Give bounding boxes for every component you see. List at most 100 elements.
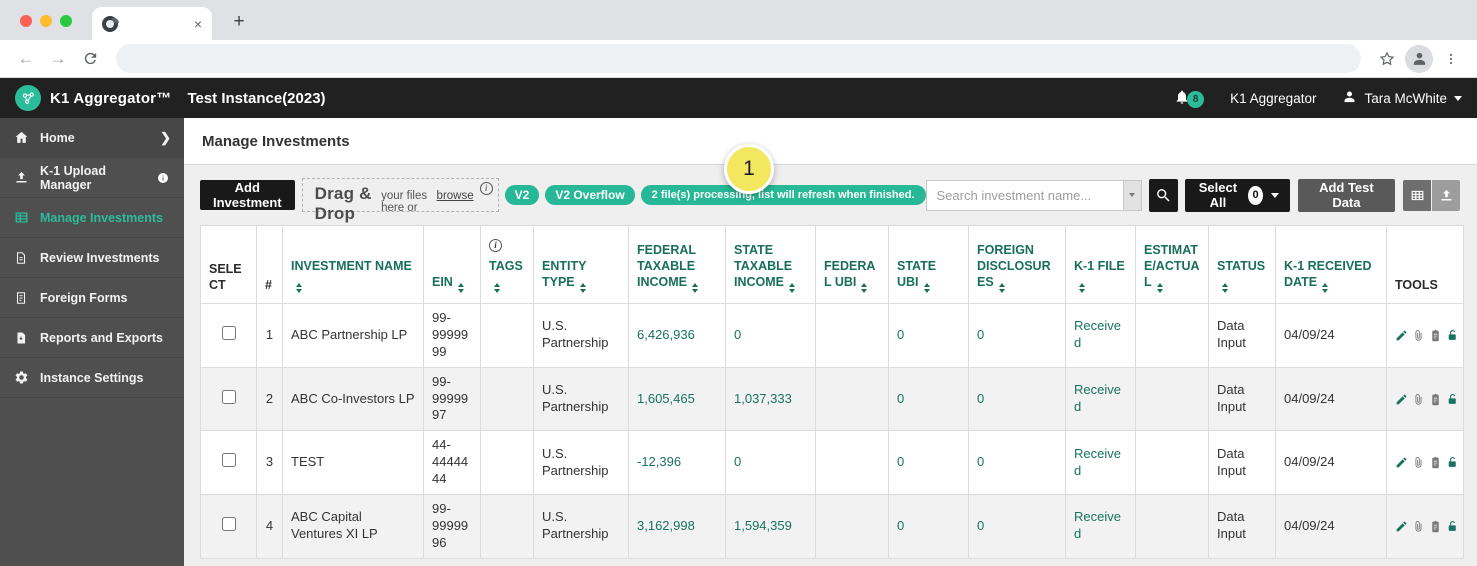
cell-federal-ubi — [816, 431, 889, 495]
column-header-federal-ubi[interactable]: FEDERAL UBI — [816, 226, 889, 304]
cell-k1-file: Received — [1066, 367, 1136, 431]
browser-menu-icon[interactable] — [1437, 45, 1465, 73]
row-checkbox[interactable] — [222, 517, 236, 531]
column-header-select: SELECT — [201, 226, 257, 304]
edit-icon[interactable] — [1395, 520, 1408, 533]
clipboard-icon[interactable] — [1429, 520, 1442, 533]
attach-icon[interactable] — [1412, 520, 1425, 533]
search-options-dropdown[interactable] — [1124, 180, 1142, 211]
column-header-state-ubi[interactable]: STATE UBI — [889, 226, 969, 304]
sidebar-item-home[interactable]: Home❯ — [0, 118, 184, 158]
cell-tags — [481, 367, 534, 431]
reload-icon[interactable] — [76, 45, 104, 73]
column-header-estimate-actual[interactable]: ESTIMATE/ACTUAL — [1136, 226, 1209, 304]
column-header-federal-taxable-income[interactable]: FEDERAL TAXABLE INCOME — [629, 226, 726, 304]
column-header-foreign-disclosures[interactable]: FOREIGN DISCLOSURES — [969, 226, 1066, 304]
gear-icon — [13, 370, 29, 385]
k1-aggregator-logo-icon — [15, 85, 41, 111]
browser-tab[interactable]: × — [92, 7, 212, 40]
cell-k1-received-date: 04/09/24 — [1276, 367, 1387, 431]
column-header-k1-file[interactable]: K-1 FILE — [1066, 226, 1136, 304]
column-header-entity-type[interactable]: ENTITY TYPE — [534, 226, 629, 304]
cell-k1-file: Received — [1066, 431, 1136, 495]
sidebar-item-review-investments[interactable]: Review Investments — [0, 238, 184, 278]
add-investment-button[interactable]: Add Investment — [200, 180, 295, 210]
search-button[interactable] — [1149, 179, 1178, 212]
cell-num: 2 — [257, 367, 283, 431]
tags-info-icon[interactable]: i — [489, 239, 502, 252]
attach-icon[interactable] — [1412, 329, 1425, 342]
clipboard-icon[interactable] — [1429, 456, 1442, 469]
column-label: FOREIGN DISCLOSURES — [977, 243, 1051, 289]
cell-foreign-disclosures: 0 — [969, 431, 1066, 495]
column-label: STATUS — [1217, 259, 1265, 273]
cell-select — [201, 431, 257, 495]
sidebar-item-reports-and-exports[interactable]: Reports and Exports — [0, 318, 184, 358]
sort-icon — [1322, 283, 1328, 293]
search-input[interactable] — [926, 180, 1124, 211]
attach-icon[interactable] — [1412, 393, 1425, 406]
edit-icon[interactable] — [1395, 393, 1408, 406]
cell-tags — [481, 431, 534, 495]
sidebar-item-foreign-forms[interactable]: Foreign Forms — [0, 278, 184, 318]
column-header-investment-name[interactable]: INVESTMENT NAME — [283, 226, 424, 304]
edit-icon[interactable] — [1395, 329, 1408, 342]
back-icon[interactable]: ← — [12, 45, 40, 73]
notification-count-badge: 8 — [1187, 91, 1204, 108]
bookmark-star-icon[interactable] — [1373, 45, 1401, 73]
table-view-button[interactable] — [1403, 180, 1431, 211]
account-menu-link[interactable]: K1 Aggregator — [1230, 91, 1316, 106]
edit-icon[interactable] — [1395, 456, 1408, 469]
unlock-icon[interactable] — [1446, 520, 1459, 533]
unlock-icon[interactable] — [1446, 456, 1459, 469]
clipboard-icon[interactable] — [1429, 329, 1442, 342]
sidebar-item-k-1-upload-manager[interactable]: K-1 Upload Manager — [0, 158, 184, 198]
column-label: FEDERAL UBI — [824, 259, 875, 289]
column-header-k1-received-date[interactable]: K-1 RECEIVED DATE — [1276, 226, 1387, 304]
sidebar-item-manage-investments[interactable]: Manage Investments — [0, 198, 184, 238]
row-checkbox[interactable] — [222, 453, 236, 467]
select-all-label: Select All — [1196, 180, 1241, 210]
cell-name: ABC Capital Ventures XI LP — [283, 495, 424, 559]
attach-icon[interactable] — [1412, 456, 1425, 469]
more-icon[interactable] — [1463, 520, 1464, 533]
column-header-state-taxable-income[interactable]: STATE TAXABLE INCOME — [726, 226, 816, 304]
column-header-ein[interactable]: EIN — [424, 226, 481, 304]
tab-close-icon[interactable]: × — [194, 17, 202, 31]
upload-view-button[interactable] — [1432, 180, 1460, 211]
window-minimize-button[interactable] — [40, 15, 52, 27]
url-bar[interactable] — [116, 44, 1361, 73]
cell-name: TEST — [283, 431, 424, 495]
column-label: SELECT — [209, 262, 242, 292]
row-checkbox[interactable] — [222, 326, 236, 340]
dropzone-info-icon[interactable]: i — [480, 182, 493, 195]
row-checkbox[interactable] — [222, 390, 236, 404]
column-header-tags[interactable]: iTAGS — [481, 226, 534, 304]
sort-icon — [924, 283, 930, 293]
user-menu[interactable]: Tara McWhite — [1342, 89, 1462, 107]
home-icon — [13, 130, 29, 145]
window-close-button[interactable] — [20, 15, 32, 27]
select-all-button[interactable]: Select All 0 — [1185, 179, 1290, 212]
window-maximize-button[interactable] — [60, 15, 72, 27]
sidebar-item-instance-settings[interactable]: Instance Settings — [0, 358, 184, 398]
column-label: FEDERAL TAXABLE INCOME — [637, 243, 696, 289]
cell-ein: 99-9999999 — [424, 304, 481, 368]
browse-link[interactable]: browse — [437, 190, 474, 202]
column-header-status[interactable]: STATUS — [1209, 226, 1276, 304]
forward-icon[interactable]: → — [44, 45, 72, 73]
clipboard-icon[interactable] — [1429, 393, 1442, 406]
file-dropzone[interactable]: Drag & Drop your files here or browse i — [302, 178, 499, 212]
browser-profile-avatar[interactable] — [1405, 45, 1433, 73]
more-icon[interactable] — [1463, 393, 1464, 406]
notifications-button[interactable]: 8 — [1174, 89, 1204, 108]
unlock-icon[interactable] — [1446, 393, 1459, 406]
more-icon[interactable] — [1463, 329, 1464, 342]
unlock-icon[interactable] — [1446, 329, 1459, 342]
cell-status: Data Input — [1209, 304, 1276, 368]
cell-k1-received-date: 04/09/24 — [1276, 495, 1387, 559]
more-icon[interactable] — [1463, 456, 1464, 469]
new-tab-button[interactable]: + — [226, 9, 252, 35]
table-row: 3TEST44-4444444U.S. Partnership-12,39600… — [201, 431, 1464, 495]
add-test-data-button[interactable]: Add Test Data — [1298, 179, 1395, 212]
